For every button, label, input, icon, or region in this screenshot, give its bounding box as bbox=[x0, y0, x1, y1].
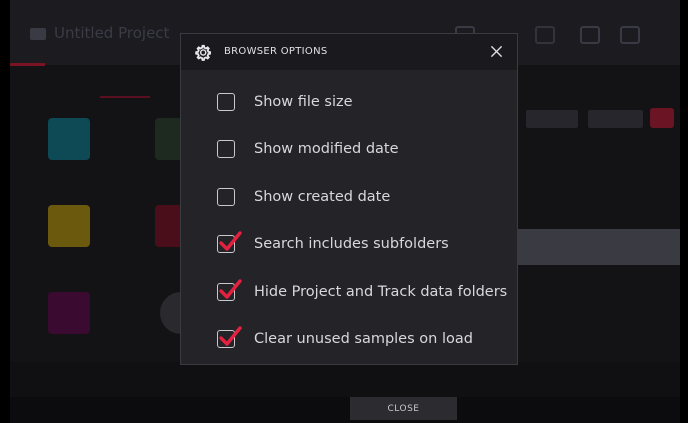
option-label: Search includes subfolders bbox=[254, 236, 449, 252]
checkbox-unchecked[interactable] bbox=[217, 140, 235, 158]
background-tab-indicator bbox=[10, 63, 45, 66]
option-row[interactable]: Clear unused samples on load bbox=[217, 326, 473, 351]
option-row[interactable]: Show modified date bbox=[217, 137, 399, 161]
audio-wave-icon bbox=[48, 292, 90, 334]
checkmark-icon bbox=[219, 326, 242, 346]
background-selected-row bbox=[515, 229, 680, 265]
checkbox-checked[interactable] bbox=[217, 231, 242, 253]
background-title: Untitled Project bbox=[54, 24, 170, 42]
close-button[interactable]: CLOSE bbox=[350, 397, 457, 420]
close-icon[interactable] bbox=[488, 43, 505, 60]
background-bottom-panel bbox=[10, 362, 680, 397]
dialog-title: BROWSER OPTIONS bbox=[224, 46, 328, 57]
window-icon bbox=[580, 26, 600, 44]
save-icon bbox=[620, 26, 640, 44]
checkmark-icon bbox=[219, 279, 242, 299]
background-field bbox=[588, 110, 643, 128]
browser-options-dialog: BROWSER OPTIONS Show file size Show modif… bbox=[180, 33, 518, 365]
gear-icon bbox=[195, 44, 211, 61]
option-label: Clear unused samples on load bbox=[254, 331, 473, 347]
checkbox-unchecked[interactable] bbox=[217, 93, 235, 111]
footer-bar bbox=[10, 397, 680, 423]
checkbox-unchecked[interactable] bbox=[217, 188, 235, 206]
option-label: Show modified date bbox=[254, 141, 399, 157]
checkbox-checked[interactable] bbox=[217, 279, 242, 301]
background-field bbox=[526, 110, 578, 128]
clip-program-icon bbox=[48, 205, 90, 247]
drum-program-icon bbox=[48, 118, 90, 160]
background-red-button bbox=[650, 108, 674, 128]
option-row[interactable]: Search includes subfolders bbox=[217, 231, 449, 256]
option-row[interactable]: Hide Project and Track data folders bbox=[217, 279, 508, 304]
option-label: Hide Project and Track data folders bbox=[254, 284, 508, 300]
option-label: Show file size bbox=[254, 94, 353, 110]
checkmark-icon bbox=[219, 231, 242, 251]
background-tab-underline bbox=[100, 96, 150, 98]
dialog-header: BROWSER OPTIONS bbox=[181, 34, 517, 70]
folder-icon bbox=[30, 28, 46, 40]
option-row[interactable]: Show created date bbox=[217, 185, 390, 209]
option-label: Show created date bbox=[254, 189, 391, 205]
checkbox-checked[interactable] bbox=[217, 326, 242, 348]
download-icon bbox=[535, 26, 555, 44]
option-row[interactable]: Show file size bbox=[217, 90, 353, 114]
